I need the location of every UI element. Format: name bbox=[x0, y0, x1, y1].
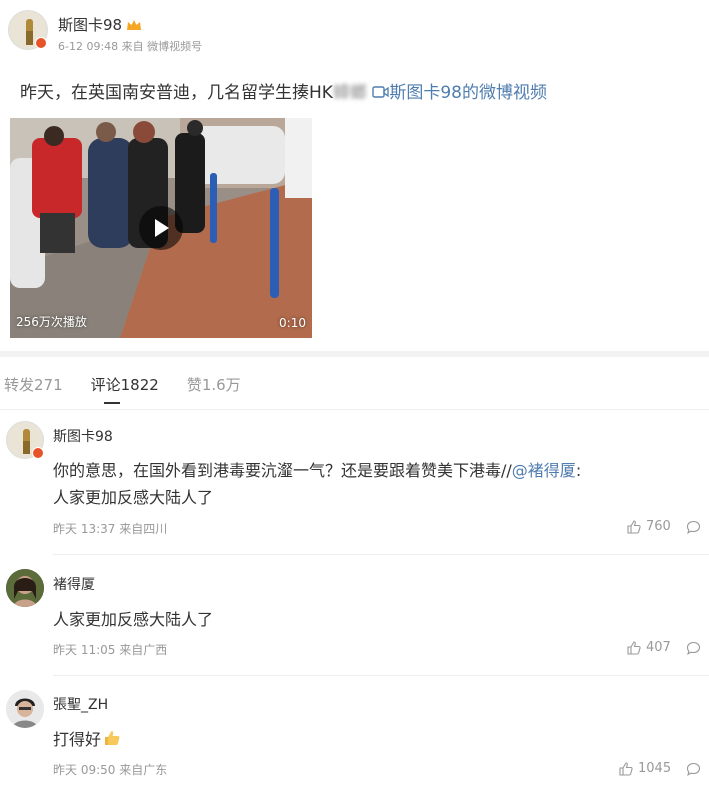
comment-meta: 昨天 13:37 来自四川 bbox=[53, 522, 168, 536]
comment-meta: 昨天 09:50 来自广东 bbox=[53, 763, 168, 777]
like-button[interactable]: 407 bbox=[627, 640, 671, 655]
tab-reposts[interactable]: 转发271 bbox=[4, 374, 63, 395]
thumbs-up-emoji-icon bbox=[105, 731, 120, 745]
tab-likes[interactable]: 赞1.6万 bbox=[187, 374, 241, 395]
portrait-avatar-icon bbox=[6, 690, 44, 728]
comment-mention[interactable]: @褚得厦 bbox=[512, 461, 576, 480]
play-button[interactable] bbox=[139, 206, 183, 250]
section-separator bbox=[0, 351, 709, 357]
like-button[interactable]: 1045 bbox=[619, 761, 671, 776]
post-text: 昨天，在英国南安普迪，几名留学生揍HK bbox=[20, 83, 333, 103]
video-link-label[interactable]: 斯图卡98的微博视频 bbox=[389, 83, 547, 103]
verified-badge-icon bbox=[32, 447, 44, 459]
like-count: 760 bbox=[646, 519, 671, 534]
video-link[interactable]: 斯图卡98的微博视频 bbox=[372, 83, 547, 103]
like-button[interactable]: 760 bbox=[627, 519, 671, 534]
blurred-text: 蟑螂 bbox=[332, 83, 367, 103]
comment-text: 你的意思，在国外看到港毒要沆瀣一气？还是要跟着赞美下港毒//@褚得厦: 人家更加… bbox=[53, 457, 703, 511]
comment-meta: 昨天 11:05 来自广西 bbox=[53, 643, 168, 657]
video-player[interactable]: 256万次播放 0:10 bbox=[10, 118, 312, 338]
post-source[interactable]: 微博视频号 bbox=[147, 40, 202, 53]
reply-bubble-icon[interactable] bbox=[686, 641, 701, 655]
post-from-label: 来自 bbox=[121, 40, 144, 53]
reply-bubble-icon[interactable] bbox=[686, 762, 701, 776]
comment-divider bbox=[53, 554, 709, 555]
author-name[interactable]: 斯图卡98 bbox=[58, 14, 122, 35]
comment-body: 你的意思，在国外看到港毒要沆瀣一气？还是要跟着赞美下港毒// bbox=[53, 461, 512, 480]
thumbs-up-icon bbox=[627, 640, 641, 655]
video-play-count: 256万次播放 bbox=[16, 315, 87, 329]
post-time[interactable]: 6-12 09:48 bbox=[58, 40, 118, 53]
comment-avatar[interactable] bbox=[6, 569, 44, 607]
comment-username[interactable]: 張聖_ZH bbox=[53, 694, 108, 714]
active-tab-underline bbox=[104, 402, 120, 404]
tab-comments[interactable]: 评论1822 bbox=[91, 374, 159, 395]
comment-quote: 人家更加反感大陆人了 bbox=[53, 488, 214, 507]
comment-text: 人家更加反感大陆人了 bbox=[53, 610, 214, 629]
comment-text: 打得好 bbox=[53, 730, 102, 749]
comment-colon: : bbox=[575, 461, 582, 480]
video-duration: 0:10 bbox=[279, 316, 306, 330]
play-icon bbox=[155, 219, 169, 237]
like-count: 407 bbox=[646, 640, 671, 655]
thumbs-up-icon bbox=[619, 761, 633, 776]
like-count: 1045 bbox=[638, 761, 672, 776]
comment-username[interactable]: 斯图卡98 bbox=[53, 426, 113, 446]
crown-icon bbox=[127, 19, 142, 30]
comment-avatar[interactable] bbox=[6, 690, 44, 728]
comment-username[interactable]: 褚得厦 bbox=[53, 574, 95, 594]
tabs-divider bbox=[0, 409, 709, 410]
thumbs-up-icon bbox=[627, 519, 641, 534]
portrait-avatar-icon bbox=[6, 569, 44, 607]
verified-badge-icon bbox=[35, 37, 47, 49]
comment-divider bbox=[53, 675, 709, 676]
reply-bubble-icon[interactable] bbox=[686, 520, 701, 534]
video-camera-icon bbox=[372, 86, 389, 98]
